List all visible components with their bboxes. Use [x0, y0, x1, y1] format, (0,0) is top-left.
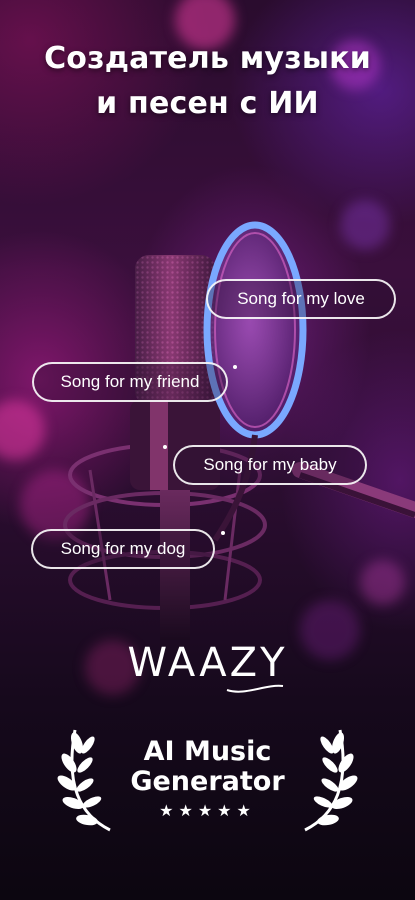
headline-line-2: и песен с ИИ [96, 86, 319, 121]
prompt-chip-friend[interactable]: Song for my friend [32, 362, 228, 402]
promo-screen: Создатель музыки и песен с ИИ Song for m… [0, 0, 415, 900]
laurel-right-icon [304, 729, 358, 832]
prompt-chip-baby[interactable]: Song for my baby [173, 445, 367, 485]
prompt-chip-love[interactable]: Song for my love [206, 279, 396, 319]
studio-microphone-icon [63, 221, 415, 640]
headline: Создатель музыки и песен с ИИ [0, 36, 415, 126]
prompt-chip-dog[interactable]: Song for my dog [31, 529, 215, 569]
star-rating: ★★★★★ [159, 801, 256, 820]
headline-line-1: Создатель музыки [44, 41, 371, 76]
logo-swoosh-icon [226, 684, 284, 693]
award-title-line-1: AI Music [143, 736, 272, 767]
award-badge: AI Music Generator ★★★★★ [55, 725, 360, 840]
award-title: AI Music Generator [115, 737, 300, 797]
brand-logo: WAAZY [127, 640, 288, 686]
award-title-line-2: Generator [130, 766, 285, 797]
